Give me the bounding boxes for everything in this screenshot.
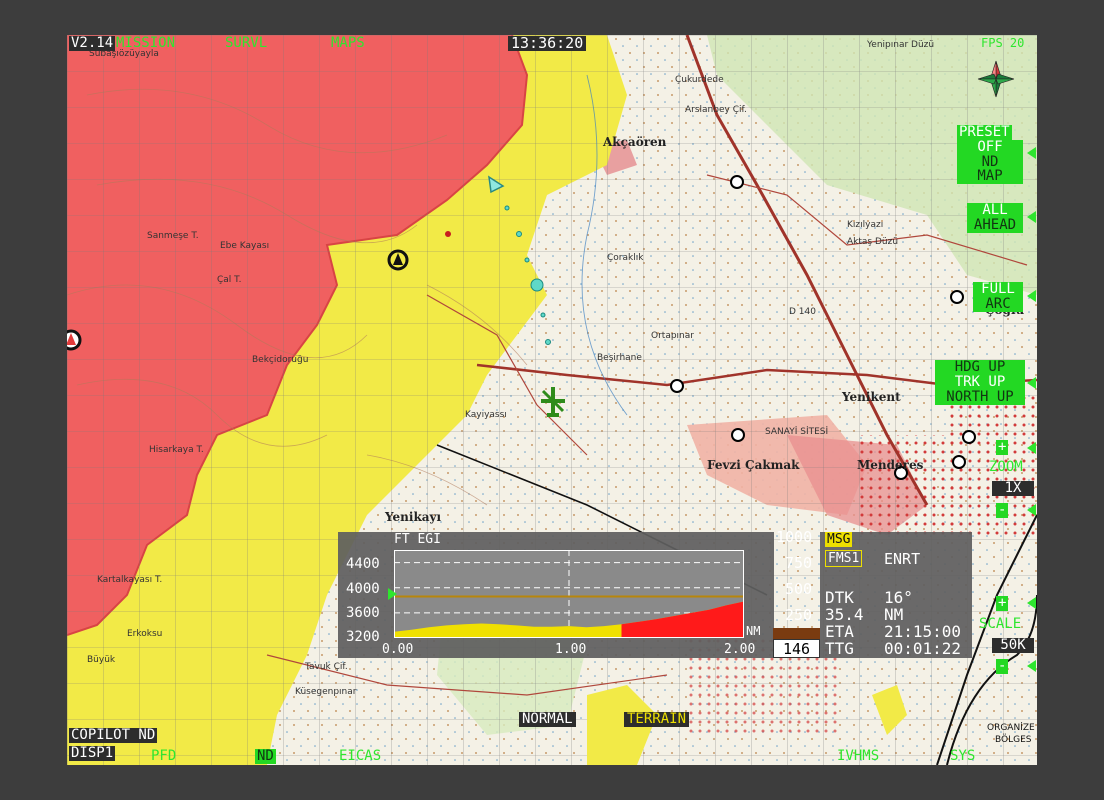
map-label-bolgesi: BÖLGES xyxy=(995,735,1032,745)
display-name: COPILOT ND xyxy=(69,727,158,743)
version-label: V2.14 xyxy=(69,35,116,51)
map-label-yenikent: Yenikent xyxy=(842,390,901,404)
vsd-y-tick: 4400 xyxy=(346,556,380,572)
vsd-y-tick: 4000 xyxy=(346,581,380,597)
vsd-title: FT EGI xyxy=(394,532,441,547)
arc-arc-button[interactable]: ARC xyxy=(973,297,1023,312)
map-label-yenikayi: Yenikayı xyxy=(385,510,442,524)
preset-off-button[interactable]: OFF xyxy=(957,140,1023,155)
map-label-erkoksu: Erkoksu xyxy=(127,629,163,639)
left-edge-marker xyxy=(67,329,82,351)
normal-mode-button[interactable]: NORMAL xyxy=(519,712,576,727)
terrain-mode-button[interactable]: TERRAIN xyxy=(624,712,690,727)
scale-plus-button[interactable]: + xyxy=(996,596,1009,611)
fms-source: FMS1 xyxy=(825,550,863,567)
map-label-aktas: Aktaş Düzü xyxy=(847,237,899,247)
tab-ivhms[interactable]: IVHMS xyxy=(837,749,879,764)
msg-badge: MSG xyxy=(825,532,853,547)
display-id: DISP1 xyxy=(69,745,116,761)
tab-sys[interactable]: SYS xyxy=(950,749,975,764)
fms-phase: ENRT xyxy=(884,550,921,568)
tab-survl[interactable]: SURVL xyxy=(225,36,267,51)
ttg-value: 00:01:22 xyxy=(884,639,962,658)
legend-500: 500 xyxy=(785,580,813,598)
map-label-cal: Çal T. xyxy=(217,275,242,285)
tab-eicas[interactable]: EICAS xyxy=(339,749,381,764)
map-label-kartalkaya: Kartalkayası T. xyxy=(97,575,163,585)
range-arrow-icon[interactable] xyxy=(1027,211,1036,223)
vsd-y-tick: 3600 xyxy=(346,605,380,621)
map-label-sanmese: Sanmeşe T. xyxy=(147,231,199,241)
scale-minus-arrow-icon[interactable] xyxy=(1027,660,1036,672)
hdg-up-button[interactable]: HDG UP xyxy=(935,360,1025,375)
current-height-value: 146 xyxy=(773,639,820,658)
ttg-label: TTG xyxy=(825,639,854,658)
trk-up-button[interactable]: TRK UP xyxy=(935,375,1025,390)
fps-counter: FPS 20 xyxy=(981,36,1025,50)
aircraft-altitude-marker-icon xyxy=(388,588,397,600)
vsd-x-unit: NM xyxy=(746,624,761,638)
legend-250: 250 xyxy=(785,606,813,624)
tab-pfd[interactable]: PFD xyxy=(151,749,176,764)
clock-display: 13:36:20 xyxy=(508,36,587,51)
vsd-plot xyxy=(394,550,744,638)
map-label-bekcidoru: Bekçidoruğu xyxy=(252,355,309,365)
map-label-besirhane: Beşirhane xyxy=(597,353,642,363)
map-label-hisarkaya: Hisarkaya T. xyxy=(149,445,204,455)
range-ahead-button[interactable]: AHEAD xyxy=(967,218,1023,233)
scale-minus-button[interactable]: - xyxy=(996,659,1009,674)
map-label-yenipinar: Yenipınar Düzü xyxy=(867,40,935,50)
terrain-legend: 1000 750 500 250 146 xyxy=(773,528,820,658)
map-label-kizilyazi: Kızılyazı xyxy=(847,220,884,230)
zoom-label: ZOOM xyxy=(989,459,1023,475)
map-label-ortapinar: Ortapınar xyxy=(651,331,694,341)
preset-label: PRESET xyxy=(957,124,1012,140)
map-label-d140: D 140 xyxy=(789,307,816,317)
legend-750: 750 xyxy=(785,554,813,572)
scale-label: SCALE xyxy=(979,616,1022,632)
zoom-plus-button[interactable]: + xyxy=(996,440,1009,455)
map-label-coraklik: Çoraklık xyxy=(607,253,644,263)
zoom-value: 1X xyxy=(992,481,1034,496)
map-label-kayiyassi: Kayıyassı xyxy=(465,410,507,420)
vertical-situation-display: FT EGI 4400 4000 3600 3200 0.00 1.00 2.0… xyxy=(338,532,774,658)
orientation-arrow-icon[interactable] xyxy=(1027,377,1036,389)
vsd-x-tick: 0.00 xyxy=(382,642,414,657)
red-dot xyxy=(445,231,451,237)
navigation-display: Akçaören Yenikent Fevzi Çakmak Menderes … xyxy=(67,35,1037,765)
zoom-minus-button[interactable]: - xyxy=(996,503,1009,518)
map-label-kusegen: Küsegenpınar xyxy=(295,687,357,697)
zoom-plus-arrow-icon[interactable] xyxy=(1027,442,1036,454)
map-label-buyuk: Büyük xyxy=(87,655,116,665)
target-marker xyxy=(387,249,409,271)
tab-mission[interactable]: MISSION xyxy=(116,36,175,51)
tab-nd[interactable]: ND xyxy=(255,749,276,764)
map-label-ebe: Ebe Kayası xyxy=(220,241,270,251)
map-label-cukurdede: Çukurdede xyxy=(675,75,724,85)
arc-full-button[interactable]: FULL xyxy=(973,282,1023,297)
arc-arrow-icon[interactable] xyxy=(1027,290,1036,302)
vsd-x-tick: 2.00 xyxy=(724,642,756,657)
range-all-button[interactable]: ALL xyxy=(967,203,1023,218)
scale-value: 50K xyxy=(992,638,1034,653)
preset-arrow-icon[interactable] xyxy=(1027,147,1036,159)
fms-message-panel: MSG FMS1 ENRT DTK 16° 35.4 NM ETA 21:15:… xyxy=(820,532,972,658)
legend-1000: 1000 xyxy=(776,528,813,546)
map-label-fevzi: Fevzi Çakmak xyxy=(707,458,800,472)
zoom-minus-arrow-icon[interactable] xyxy=(1027,504,1036,516)
north-up-button[interactable]: NORTH UP xyxy=(935,390,1025,405)
map-label-sanayi: SANAYİ SİTESİ xyxy=(765,427,829,437)
map-label-akcaoren: Akçaören xyxy=(603,135,667,149)
scale-plus-arrow-icon[interactable] xyxy=(1027,597,1036,609)
vsd-x-tick: 1.00 xyxy=(555,642,587,657)
map-label-organize: ORGANİZE S. xyxy=(987,723,1037,733)
map-label-arslanbey: Arslanbey Çif. xyxy=(685,105,747,115)
vsd-y-tick: 3200 xyxy=(346,629,380,645)
map-label-menderes: Menderes xyxy=(857,458,924,472)
tab-maps[interactable]: MAPS xyxy=(331,36,365,51)
map-label-tavuk: Tavuk Çif. xyxy=(305,662,348,672)
preset-map-button[interactable]: MAP xyxy=(957,169,1023,184)
